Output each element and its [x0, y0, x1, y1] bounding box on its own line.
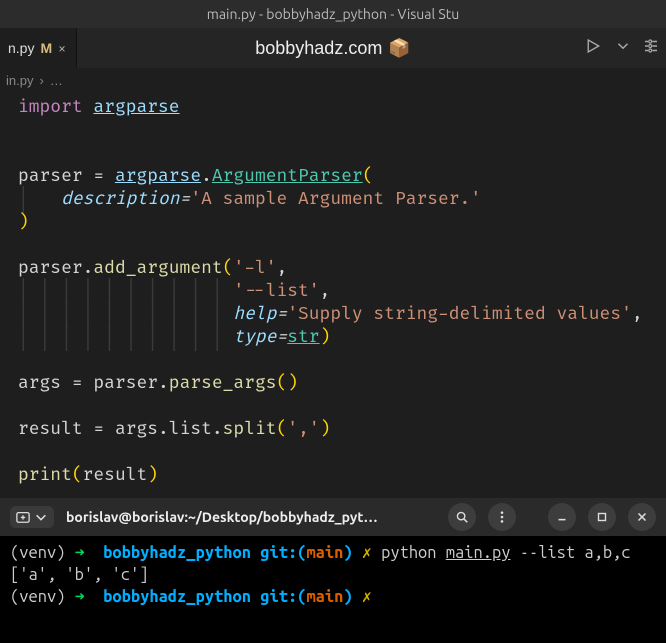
param-name: type	[233, 327, 276, 348]
file-tab[interactable]: n.py M ×	[0, 28, 77, 68]
dot: .	[158, 419, 169, 440]
window-titlebar: main.py - bobbyhadz_python - Visual Stu	[0, 0, 666, 28]
string: 'Supply string-delimited values'	[287, 304, 632, 325]
variable: parser	[18, 166, 83, 187]
paren: )	[320, 327, 331, 348]
prompt-venv: (venv)	[10, 544, 65, 562]
code-editor[interactable]: import argparse parser = argparse.Argume…	[0, 92, 666, 498]
module-link[interactable]: argparse	[115, 166, 201, 187]
breadcrumb-file: in.py	[6, 73, 33, 88]
variable: args	[115, 419, 158, 440]
prompt-paren: )	[343, 544, 352, 562]
prompt-venv: (venv)	[10, 588, 65, 606]
comma: ,	[320, 281, 331, 302]
dot: .	[201, 166, 212, 187]
prompt-git: git:	[260, 588, 297, 606]
variable: result	[83, 465, 148, 486]
breadcrumb-separator: ›	[39, 73, 43, 88]
prompt-branch: main	[306, 544, 343, 562]
terminal-title: borislav@borislav:~/Desktop/bobbyhadz_py…	[66, 509, 378, 525]
window-title: main.py - bobbyhadz_python - Visual Stu	[207, 6, 459, 22]
variable: args	[18, 373, 61, 394]
editor-tabbar: n.py M × bobbyhadz.com 📦	[0, 28, 666, 68]
prompt-branch: main	[306, 588, 343, 606]
operator: =	[276, 304, 287, 325]
operator: =	[276, 327, 287, 348]
close-button[interactable]	[628, 503, 656, 531]
minimize-button[interactable]	[548, 503, 576, 531]
terminal-panel: borislav@borislav:~/Desktop/bobbyhadz_py…	[0, 498, 666, 643]
dot: .	[158, 373, 169, 394]
command: python	[381, 544, 446, 562]
prompt-paren: )	[343, 588, 352, 606]
close-icon[interactable]: ×	[58, 40, 66, 56]
param-name: help	[233, 304, 276, 325]
command-args: --list a,b,c	[510, 544, 630, 562]
chevron-down-icon[interactable]	[614, 37, 632, 59]
prompt-dir: bobbyhadz_python	[103, 544, 251, 562]
keyword: import	[18, 97, 83, 118]
terminal-body[interactable]: (venv) ➜ bobbyhadz_python git:(main) ✗ p…	[0, 536, 666, 614]
comma: ,	[632, 304, 643, 325]
operator: =	[83, 419, 115, 440]
terminal-output: ['a', 'b', 'c']	[10, 566, 149, 584]
attribute: list	[169, 419, 212, 440]
class-link[interactable]: ArgumentParser	[212, 166, 363, 187]
string: ','	[287, 419, 319, 440]
string: '-l'	[233, 258, 276, 279]
paren: (	[277, 419, 288, 440]
operator: =	[61, 373, 93, 394]
address-bar[interactable]: bobbyhadz.com 📦	[255, 38, 411, 59]
builtin-link[interactable]: str	[287, 327, 319, 348]
paren: (	[277, 373, 288, 394]
method: split	[223, 419, 277, 440]
variable: parser	[18, 258, 83, 279]
variable: parser	[93, 373, 158, 394]
variable: result	[18, 419, 83, 440]
terminal-titlebar: borislav@borislav:~/Desktop/bobbyhadz_py…	[0, 498, 666, 536]
breadcrumb[interactable]: in.py › …	[0, 68, 666, 92]
paren: )	[147, 465, 158, 486]
prompt-dirty: ✗	[362, 588, 372, 606]
editor-actions	[586, 37, 660, 59]
breadcrumb-rest: …	[50, 73, 63, 88]
maximize-button[interactable]	[588, 503, 616, 531]
builtin: print	[18, 465, 72, 486]
settings-icon[interactable]	[642, 37, 660, 59]
site-label: bobbyhadz.com	[255, 38, 382, 59]
operator: =	[180, 189, 191, 210]
prompt-arrow: ➜	[75, 544, 85, 562]
comma: ,	[277, 258, 288, 279]
operator: =	[83, 166, 115, 187]
paren: )	[18, 212, 29, 233]
string: 'A sample Argument Parser.'	[190, 189, 481, 210]
tab-modified-indicator: M	[40, 40, 52, 56]
param-name: description	[61, 189, 179, 210]
dot: .	[83, 258, 94, 279]
chevron-down-icon	[34, 510, 48, 524]
prompt-dirty: ✗	[362, 544, 372, 562]
paren: (	[72, 465, 83, 486]
prompt-arrow: ➜	[75, 588, 85, 606]
paren: (	[363, 166, 374, 187]
string: '--list'	[233, 281, 319, 302]
command-file: main.py	[446, 544, 511, 562]
method: add_argument	[93, 258, 222, 279]
run-button[interactable]	[586, 37, 604, 59]
paren: )	[287, 373, 298, 394]
prompt-git: git:	[260, 544, 297, 562]
method: parse_args	[169, 373, 277, 394]
menu-button[interactable]	[488, 503, 516, 531]
prompt-dir: bobbyhadz_python	[103, 588, 251, 606]
module-link[interactable]: argparse	[93, 97, 179, 118]
package-icon: 📦	[388, 38, 410, 59]
dot: .	[212, 419, 223, 440]
new-tab-button[interactable]	[10, 506, 54, 528]
search-button[interactable]	[448, 503, 476, 531]
paren: )	[320, 419, 331, 440]
tab-filename: n.py	[8, 40, 34, 56]
paren: (	[223, 258, 234, 279]
